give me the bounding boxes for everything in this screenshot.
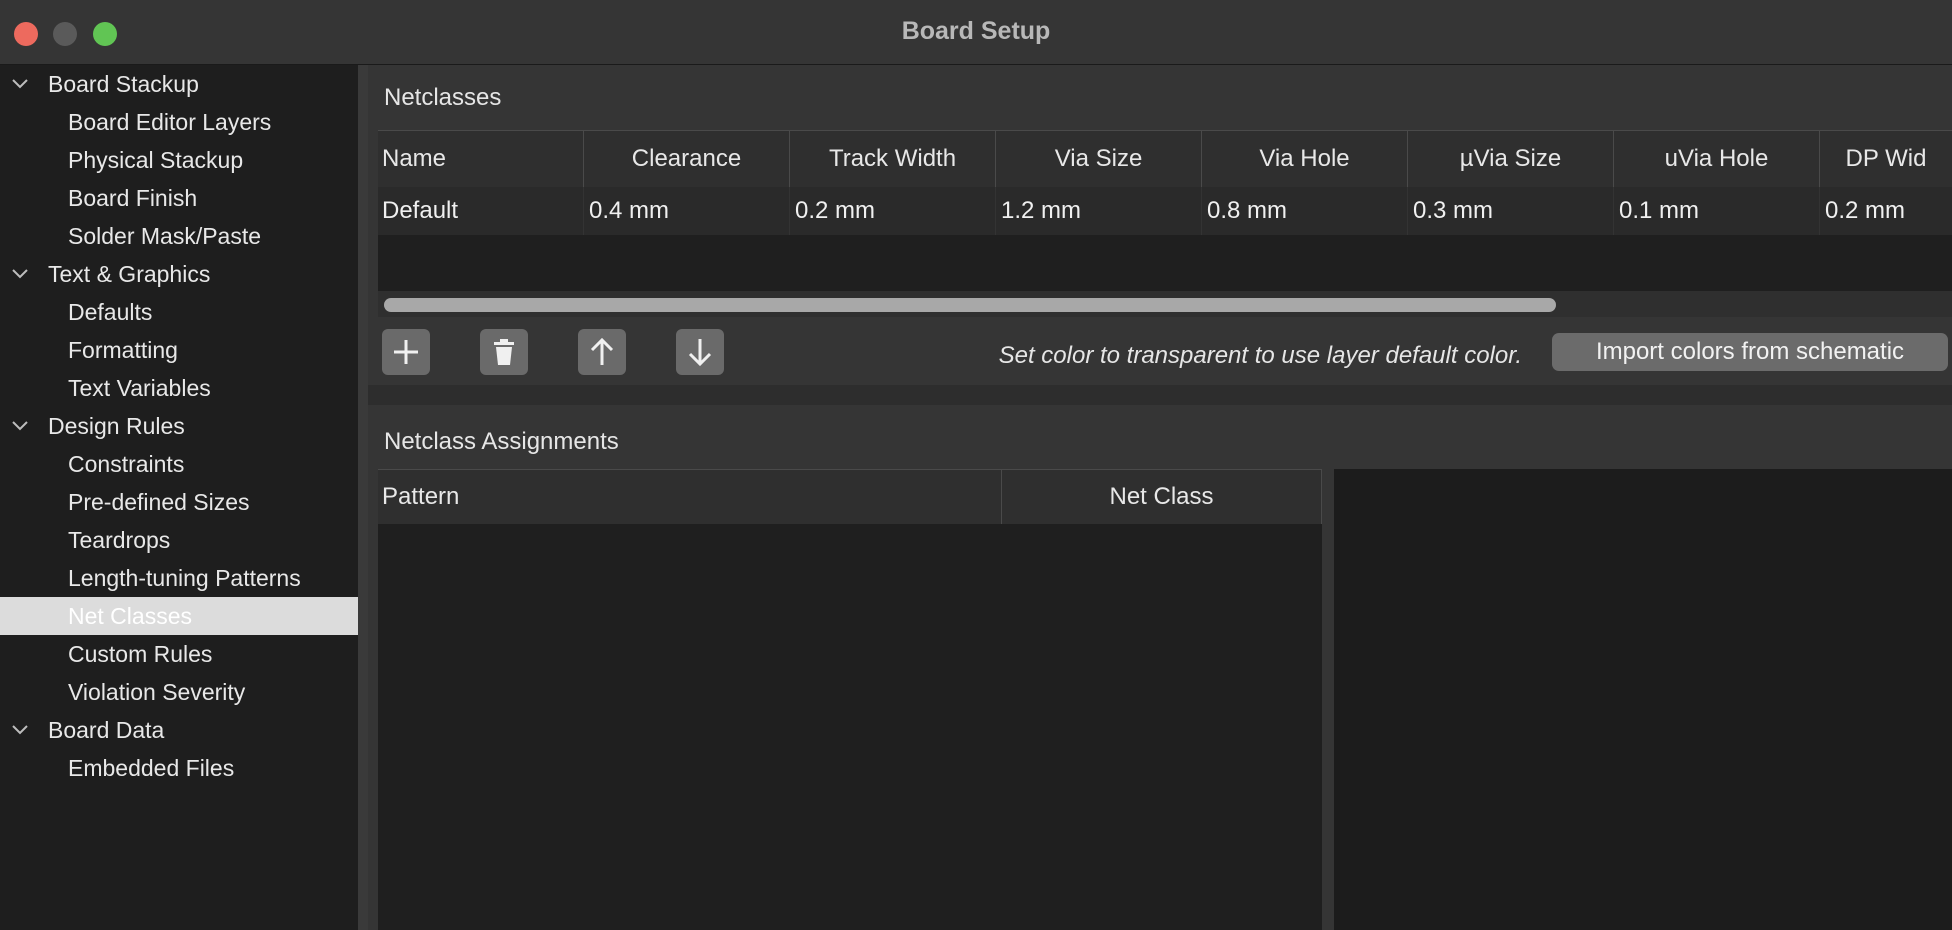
cell-dp-width[interactable]: 0.2 mm [1820,187,1952,235]
horizontal-scrollbar[interactable] [378,291,1952,317]
tree-label: Formatting [68,337,178,363]
tree-label: Board Finish [68,185,198,211]
cell-via-hole[interactable]: 0.8 mm [1202,187,1408,235]
tree-label: Design Rules [48,413,185,439]
table-row[interactable]: Default 0.4 mm 0.2 mm 1.2 mm 0.8 mm 0.3 … [378,187,1952,235]
grid-header: Name Clearance Track Width Via Size Via … [378,130,1952,188]
cell-track-width[interactable]: 0.2 mm [790,187,996,235]
chevron-down-icon[interactable] [10,255,30,293]
tree-item-text-variables[interactable]: Text Variables [0,369,358,407]
tree-label: Embedded Files [68,755,235,781]
column-header-pattern[interactable]: Pattern [378,470,1002,524]
tree-item-board-finish[interactable]: Board Finish [0,179,358,217]
main-panel: Netclasses Name Clearance Track Width Vi… [368,65,1952,930]
grid-header: Pattern Net Class [378,469,1322,524]
tree-item-solder-mask-paste[interactable]: Solder Mask/Paste [0,217,358,255]
column-header-uvia-hole[interactable]: uVia Hole [1614,131,1820,187]
transparency-hint: Set color to transparent to use layer de… [998,342,1522,369]
move-down-button[interactable] [676,329,724,375]
tree-group-board-data[interactable]: Board Data [0,711,358,749]
trash-icon [494,339,514,365]
tree-item-net-classes[interactable]: Net Classes [0,597,358,635]
window-title: Board Setup [901,17,1051,45]
chevron-down-icon[interactable] [10,711,30,749]
tree-label: Custom Rules [68,641,213,667]
tree-label: Text Variables [68,375,211,401]
matching-nets-list[interactable] [1334,469,1952,930]
move-up-button[interactable] [578,329,626,375]
arrow-up-icon [590,337,614,365]
delete-netclass-button[interactable] [480,329,528,375]
tree-label: Teardrops [68,527,171,553]
tree-item-constraints[interactable]: Constraints [0,445,358,483]
cell-name[interactable]: Default [378,187,584,235]
tree-label: Board Stackup [48,71,199,97]
cell-clearance[interactable]: 0.4 mm [584,187,790,235]
chevron-down-icon[interactable] [10,407,30,445]
netclasses-title: Netclasses [384,84,502,111]
settings-tree: Board Stackup Board Editor Layers Physic… [0,65,358,930]
tree-label: Net Classes [68,603,192,629]
column-header-track-width[interactable]: Track Width [790,131,996,187]
tree-group-text-graphics[interactable]: Text & Graphics [0,255,358,293]
tree-label: Board Data [48,717,165,743]
splitter[interactable] [358,65,368,930]
assignments-title: Netclass Assignments [384,428,619,455]
cell-via-size[interactable]: 1.2 mm [996,187,1202,235]
tree-item-length-tuning-patterns[interactable]: Length-tuning Patterns [0,559,358,597]
tree-item-defaults[interactable]: Defaults [0,293,358,331]
tree-item-formatting[interactable]: Formatting [0,331,358,369]
tree-group-design-rules[interactable]: Design Rules [0,407,358,445]
tree-item-board-editor-layers[interactable]: Board Editor Layers [0,103,358,141]
tree-label: Pre-defined Sizes [68,489,250,515]
assignments-grid[interactable]: Pattern Net Class [378,469,1322,930]
netclasses-grid[interactable]: Name Clearance Track Width Via Size Via … [378,130,1952,310]
tree-group-board-stackup[interactable]: Board Stackup [0,65,358,103]
tree-item-custom-rules[interactable]: Custom Rules [0,635,358,673]
tree-item-physical-stackup[interactable]: Physical Stackup [0,141,358,179]
column-header-name[interactable]: Name [378,131,584,187]
tree-label: Text & Graphics [48,261,211,287]
column-header-dp-width[interactable]: DP Wid [1820,131,1952,187]
column-header-uvia-size[interactable]: µVia Size [1408,131,1614,187]
title-bar: Board Setup [0,0,1952,65]
tree-item-predefined-sizes[interactable]: Pre-defined Sizes [0,483,358,521]
tree-item-violation-severity[interactable]: Violation Severity [0,673,358,711]
tree-label: Length-tuning Patterns [68,565,301,591]
tree-label: Solder Mask/Paste [68,223,262,249]
import-colors-button[interactable]: Import colors from schematic [1552,333,1948,371]
cell-uvia-hole[interactable]: 0.1 mm [1614,187,1820,235]
tree-label: Violation Severity [68,679,246,705]
tree-item-embedded-files[interactable]: Embedded Files [0,749,358,787]
tree-label: Defaults [68,299,153,325]
tree-label: Physical Stackup [68,147,244,173]
tree-label: Board Editor Layers [68,109,272,135]
column-header-net-class[interactable]: Net Class [1002,470,1322,524]
netclasses-panel: Netclasses Name Clearance Track Width Vi… [368,65,1952,385]
column-header-via-hole[interactable]: Via Hole [1202,131,1408,187]
scrollbar-thumb[interactable] [384,298,1556,312]
cell-uvia-size[interactable]: 0.3 mm [1408,187,1614,235]
column-header-via-size[interactable]: Via Size [996,131,1202,187]
tree-item-teardrops[interactable]: Teardrops [0,521,358,559]
tree-label: Constraints [68,451,185,477]
chevron-down-icon[interactable] [10,65,30,103]
arrow-down-icon [688,339,712,367]
plus-icon [394,340,418,364]
add-netclass-button[interactable] [382,329,430,375]
column-header-clearance[interactable]: Clearance [584,131,790,187]
